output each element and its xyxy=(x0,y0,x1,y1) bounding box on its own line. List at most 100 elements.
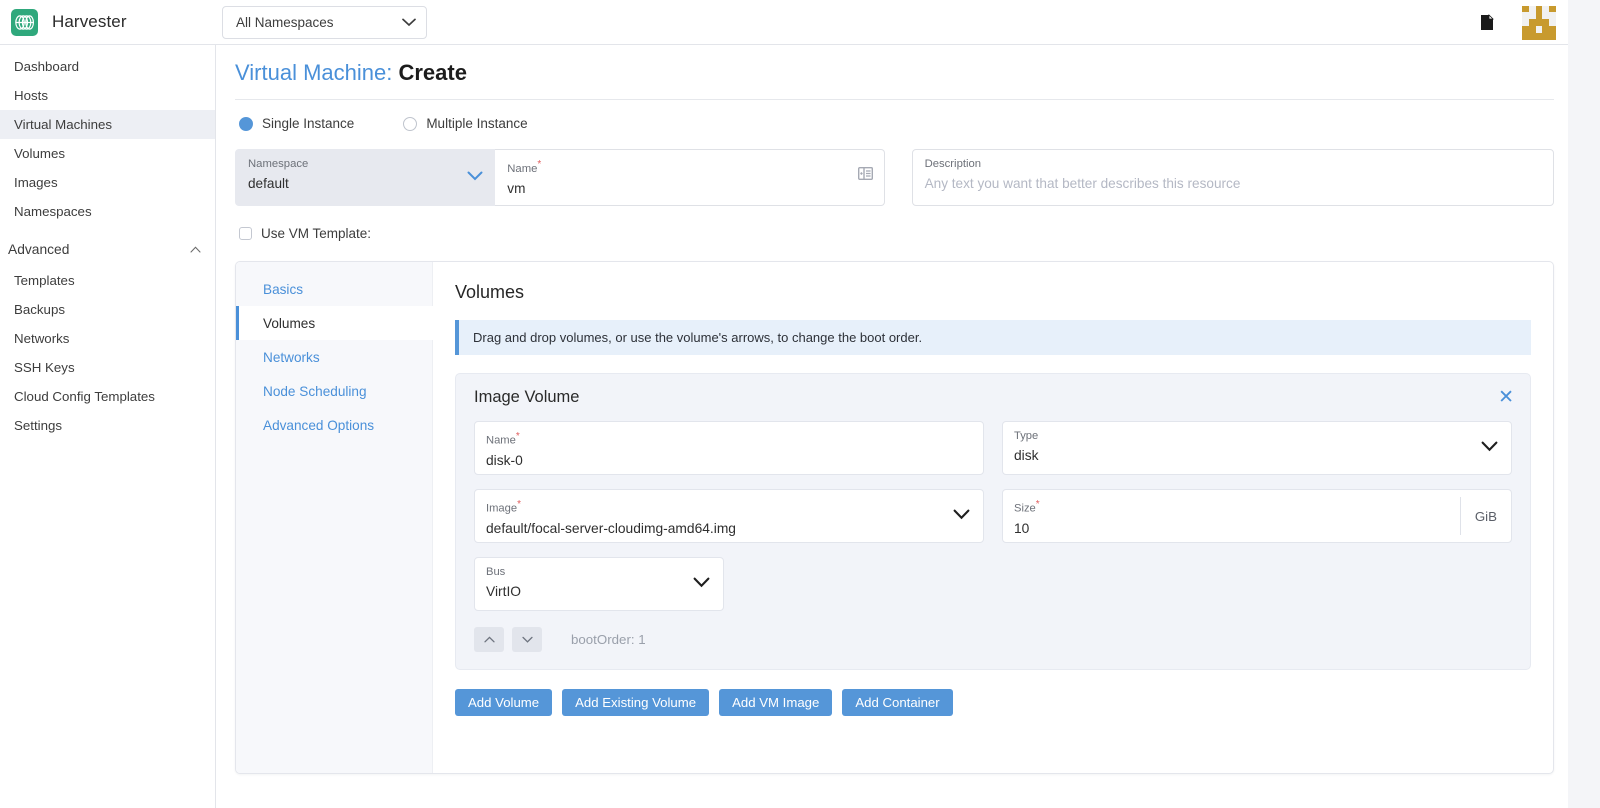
page-title-resource: Virtual Machine: xyxy=(235,60,392,85)
volume-size-field[interactable]: Size* 10 GiB xyxy=(1002,489,1512,543)
checkbox-icon xyxy=(239,227,252,240)
avatar[interactable] xyxy=(1522,6,1556,40)
sidebar-item-label: Volumes xyxy=(14,146,65,161)
sidebar-item-ssh-keys[interactable]: SSH Keys xyxy=(0,353,215,382)
radio-label: Single Instance xyxy=(262,116,354,131)
list-view-icon[interactable] xyxy=(858,167,873,185)
sidebar-item-virtual-machines[interactable]: Virtual Machines xyxy=(0,110,215,139)
use-vm-template-checkbox[interactable]: Use VM Template: xyxy=(235,226,1554,241)
volume-size-label: Size* xyxy=(1014,497,1499,517)
tab-node-scheduling[interactable]: Node Scheduling xyxy=(236,374,432,408)
sidebar-item-label: SSH Keys xyxy=(14,360,75,375)
add-existing-volume-button[interactable]: Add Existing Volume xyxy=(562,689,709,716)
volume-size-unit: GiB xyxy=(1460,497,1511,535)
boot-order-text: bootOrder: 1 xyxy=(571,632,646,647)
namespace-filter-select[interactable]: All Namespaces xyxy=(222,6,427,39)
add-vm-image-button[interactable]: Add VM Image xyxy=(719,689,832,716)
sidebar-item-hosts[interactable]: Hosts xyxy=(0,81,215,110)
chevron-up-icon xyxy=(190,244,201,256)
volume-row-2: Image* default/focal-server-cloudimg-amd… xyxy=(474,489,1512,543)
sidebar-item-networks[interactable]: Networks xyxy=(0,324,215,353)
sidebar-group-label: Advanced xyxy=(8,242,69,257)
sidebar-item-backups[interactable]: Backups xyxy=(0,295,215,324)
use-vm-template-label: Use VM Template: xyxy=(261,226,371,241)
chevron-down-icon xyxy=(693,575,710,593)
chevron-down-icon xyxy=(953,507,970,525)
add-container-button[interactable]: Add Container xyxy=(842,689,952,716)
chevron-down-icon xyxy=(1481,439,1498,457)
tab-label: Networks xyxy=(263,350,320,365)
namespace-value: default xyxy=(248,176,482,191)
section-title: Volumes xyxy=(455,282,1531,303)
header-actions xyxy=(1480,0,1556,45)
top-header: Harvester All Namespaces xyxy=(0,0,1568,45)
harvester-logo-icon xyxy=(11,9,38,36)
namespace-select[interactable]: Namespace default xyxy=(235,149,495,206)
tab-volumes[interactable]: Volumes xyxy=(236,306,433,340)
tab-networks[interactable]: Networks xyxy=(236,340,432,374)
sidebar-item-label: Images xyxy=(14,175,58,190)
instance-mode-radio-group: Single Instance Multiple Instance xyxy=(235,116,1554,131)
volume-type-select[interactable]: Type disk xyxy=(1002,421,1512,475)
radio-single-instance[interactable]: Single Instance xyxy=(239,116,354,131)
close-icon[interactable]: ✕ xyxy=(1498,388,1514,407)
brand-name: Harvester xyxy=(52,12,127,32)
sidebar-item-cloud-config-templates[interactable]: Cloud Config Templates xyxy=(0,382,215,411)
tab-advanced-options[interactable]: Advanced Options xyxy=(236,408,432,442)
image-volume-panel: Image Volume ✕ Name* disk-0 Type disk xyxy=(455,373,1531,670)
description-field[interactable]: Description Any text you want that bette… xyxy=(912,149,1554,206)
radio-label: Multiple Instance xyxy=(426,116,527,131)
sidebar-item-dashboard[interactable]: Dashboard xyxy=(0,52,215,81)
sidebar-item-label: Virtual Machines xyxy=(14,117,112,132)
sidebar-item-label: Backups xyxy=(14,302,65,317)
sidebar-item-templates[interactable]: Templates xyxy=(0,266,215,295)
add-volume-button[interactable]: Add Volume xyxy=(455,689,552,716)
vm-name-value: vm xyxy=(507,181,871,196)
sidebar-item-images[interactable]: Images xyxy=(0,168,215,197)
description-label: Description xyxy=(925,157,1541,172)
volume-actions: Add Volume Add Existing Volume Add VM Im… xyxy=(455,689,1531,716)
volume-image-select[interactable]: Image* default/focal-server-cloudimg-amd… xyxy=(474,489,984,543)
volume-name-field[interactable]: Name* disk-0 xyxy=(474,421,984,475)
sidebar-item-namespaces[interactable]: Namespaces xyxy=(0,197,215,226)
volume-type-value: disk xyxy=(1014,448,1499,463)
move-down-button[interactable] xyxy=(512,627,542,652)
volume-bus-label: Bus xyxy=(486,565,711,580)
brand[interactable]: Harvester xyxy=(11,9,127,36)
vm-config-card: Basics Volumes Networks Node Scheduling … xyxy=(235,261,1554,774)
card-body: Volumes Drag and drop volumes, or use th… xyxy=(433,262,1553,773)
tab-label: Advanced Options xyxy=(263,418,374,433)
volume-bus-select[interactable]: Bus VirtIO xyxy=(474,557,724,611)
boot-order-row: bootOrder: 1 xyxy=(474,627,1512,652)
radio-multiple-instance[interactable]: Multiple Instance xyxy=(403,116,527,131)
sidebar: Dashboard Hosts Virtual Machines Volumes… xyxy=(0,45,216,808)
title-divider xyxy=(235,99,1554,100)
volume-row-1: Name* disk-0 Type disk xyxy=(474,421,1512,475)
volume-bus-value: VirtIO xyxy=(486,584,711,599)
volume-name-label: Name* xyxy=(486,429,971,449)
chevron-down-icon xyxy=(467,168,483,186)
namespace-label: Namespace xyxy=(248,157,482,172)
sidebar-item-settings[interactable]: Settings xyxy=(0,411,215,440)
move-up-button[interactable] xyxy=(474,627,504,652)
harvester-app: Harvester All Namespaces xyxy=(0,0,1600,808)
identity-fields-row: Namespace default Name* vm xyxy=(235,149,1554,206)
volume-name-value: disk-0 xyxy=(486,453,971,468)
chevron-down-icon xyxy=(402,15,416,30)
tab-label: Basics xyxy=(263,282,303,297)
sidebar-item-volumes[interactable]: Volumes xyxy=(0,139,215,168)
main-content: Virtual Machine: Create Single Instance … xyxy=(216,45,1568,808)
volume-size-value: 10 xyxy=(1014,521,1499,536)
sidebar-item-label: Networks xyxy=(14,331,69,346)
sidebar-item-label: Templates xyxy=(14,273,75,288)
banner-text: Drag and drop volumes, or use the volume… xyxy=(473,330,922,345)
sidebar-group-advanced[interactable]: Advanced xyxy=(0,233,215,266)
tab-label: Volumes xyxy=(263,316,315,331)
tab-basics[interactable]: Basics xyxy=(236,272,432,306)
chevron-down-icon xyxy=(522,636,533,643)
vm-name-field[interactable]: Name* vm xyxy=(495,149,884,206)
radio-dot-icon xyxy=(403,117,417,131)
sidebar-item-label: Hosts xyxy=(14,88,48,103)
description-placeholder: Any text you want that better describes … xyxy=(925,176,1541,191)
file-icon[interactable] xyxy=(1480,14,1494,31)
